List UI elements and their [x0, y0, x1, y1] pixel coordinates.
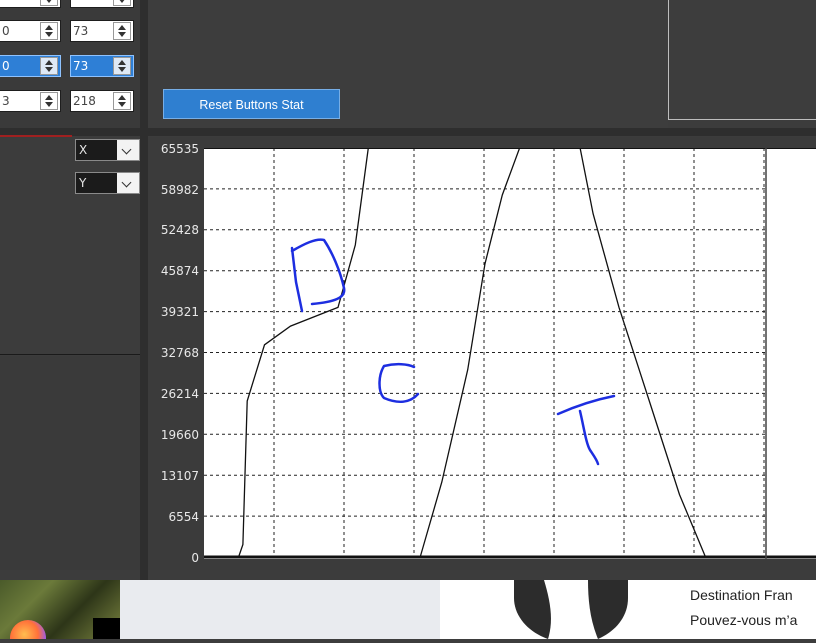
spinbox-arrows-icon[interactable] — [40, 57, 58, 75]
spinbox-arrows-icon[interactable] — [40, 22, 58, 40]
dark-corner — [93, 618, 120, 639]
y-tick-label: 52428 — [160, 223, 199, 237]
top-right-groupbox — [668, 0, 816, 120]
chevron-down-icon[interactable] — [117, 173, 139, 193]
y-tick-label: 6554 — [168, 510, 199, 524]
y-axis-select-value: Y — [79, 176, 87, 190]
spinbox-arrows-icon[interactable] — [113, 92, 131, 110]
article-text-line-2[interactable]: Pouvez-vous m’a — [690, 612, 797, 628]
spinbox-row1-right[interactable]: 73 — [70, 20, 134, 42]
background-webpage: Destination Fran Pouvez-vous m’a — [0, 580, 816, 639]
y-tick-label: 45874 — [160, 264, 199, 278]
y-tick-label: 19660 — [160, 428, 199, 442]
spinbox-value: 73 — [73, 24, 89, 38]
spinbox-row2-left[interactable]: 0 — [0, 55, 61, 77]
spinbox-row3-left[interactable]: 3 — [0, 90, 61, 112]
y-tick-label: 32768 — [160, 346, 199, 360]
firefox-logo-icon — [10, 620, 46, 639]
y-tick-label: 26214 — [160, 387, 199, 401]
y-tick-label: 13107 — [160, 469, 199, 483]
x-axis-select[interactable]: X — [75, 139, 140, 161]
spinbox-row1-left[interactable]: 0 — [0, 20, 61, 42]
spinbox-value: 73 — [73, 59, 89, 73]
x-axis-select-value: X — [79, 143, 88, 157]
spinbox-value: 3 — [2, 94, 10, 108]
y-tick-label: 39321 — [160, 305, 199, 319]
chart-area: 65535 58982 52428 45874 39321 32768 2621… — [148, 137, 816, 570]
spinbox-arrows-icon[interactable] — [113, 0, 131, 6]
reset-buttons-stat-button[interactable]: Reset Buttons Stat — [163, 89, 340, 119]
y-tick-label: 65535 — [160, 142, 199, 156]
spin-panel: 0 73 0 73 3 218 — [0, 0, 140, 128]
grey-content-block — [120, 580, 440, 639]
y-tick-label: 0 — [191, 551, 199, 565]
spinbox-value: 218 — [73, 94, 96, 108]
spinbox-arrows-icon[interactable] — [40, 0, 58, 6]
spinbox-value: 0 — [2, 59, 10, 73]
article-text-line-1[interactable]: Destination Fran — [690, 587, 793, 603]
horizontal-divider — [0, 128, 816, 136]
spinbox-arrows-icon[interactable] — [113, 22, 131, 40]
y-axis-select[interactable]: Y — [75, 172, 140, 194]
plot-background — [204, 148, 816, 559]
spinbox-row3-right[interactable]: 218 — [70, 90, 134, 112]
chevron-down-icon[interactable] — [117, 140, 139, 160]
left-lower-panel — [0, 356, 140, 570]
y-tick-label: 58982 — [160, 183, 199, 197]
landscape-thumbnail[interactable] — [0, 580, 120, 639]
spinbox-top-left-partial[interactable] — [0, 0, 61, 8]
spinbox-row2-right[interactable]: 73 — [70, 55, 134, 77]
spinbox-arrows-icon[interactable] — [40, 92, 58, 110]
silhouette-icon — [514, 580, 628, 639]
vertical-divider — [140, 0, 148, 580]
dark-silhouette-image — [514, 580, 628, 639]
left-panel-divider — [0, 354, 140, 355]
app-window: 0 73 0 73 3 218 Reset Buttons Stat X Y 6… — [0, 0, 816, 580]
spinbox-arrows-icon[interactable] — [113, 57, 131, 75]
plot-canvas[interactable] — [204, 148, 816, 559]
red-accent-line — [0, 135, 72, 137]
spinbox-value: 0 — [2, 24, 10, 38]
spinbox-top-right-partial[interactable] — [70, 0, 134, 8]
